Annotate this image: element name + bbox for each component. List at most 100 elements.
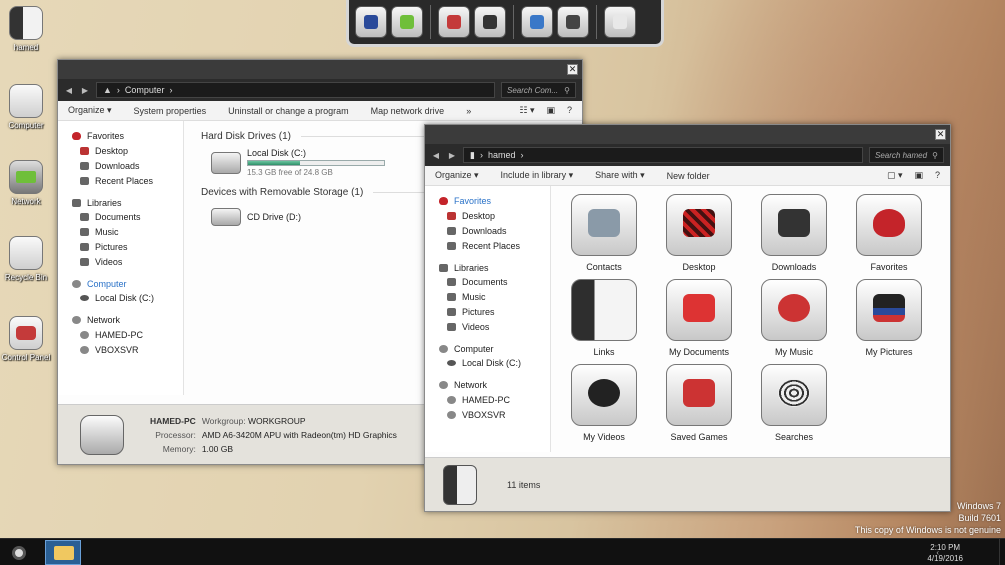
- preview-pane-icon[interactable]: ▣: [914, 170, 923, 181]
- nav-libraries[interactable]: Libraries: [72, 195, 183, 210]
- more-chevron-icon[interactable]: »: [466, 106, 471, 116]
- share-with-button[interactable]: Share with ▾: [595, 170, 645, 181]
- videos-icon: [80, 257, 89, 266]
- memory-value: 1.00 GB: [201, 443, 233, 454]
- heart-icon: [856, 194, 922, 256]
- computer-icon: ▲: [103, 85, 112, 95]
- nav-documents[interactable]: Documents: [72, 210, 183, 225]
- games-icon[interactable]: [438, 6, 470, 38]
- folder-item-my-music[interactable]: My Music: [749, 279, 839, 357]
- nav-music[interactable]: Music: [72, 225, 183, 240]
- forward-button[interactable]: ▶: [447, 151, 457, 160]
- organize-button[interactable]: Organize ▾: [68, 105, 112, 116]
- desktop-icon-network[interactable]: Network: [0, 160, 52, 206]
- nav-network[interactable]: Network: [72, 313, 183, 328]
- recent-places-icon: [447, 241, 456, 250]
- folder-item-my-pictures[interactable]: My Pictures: [844, 279, 934, 357]
- system-properties-button[interactable]: System properties: [134, 106, 207, 116]
- nav-local-disk[interactable]: Local Disk (C:): [72, 291, 183, 306]
- folder-item-desktop[interactable]: Desktop: [654, 194, 744, 272]
- map-network-drive-button[interactable]: Map network drive: [371, 106, 445, 116]
- nav-documents[interactable]: Documents: [439, 275, 550, 290]
- folder-items-view: Contacts Desktop Downloads Favorites Lin…: [552, 186, 950, 452]
- title-bar[interactable]: ✕: [425, 125, 950, 144]
- folder-item-my-videos[interactable]: My Videos: [559, 364, 649, 442]
- view-options-icon[interactable]: ▢ ▾: [887, 170, 903, 181]
- nav-videos[interactable]: Videos: [439, 319, 550, 334]
- nav-hamed-pc[interactable]: HAMED-PC: [439, 393, 550, 408]
- network-icon[interactable]: [391, 6, 423, 38]
- links-icon: [571, 279, 637, 341]
- folder-item-links[interactable]: Links: [559, 279, 649, 357]
- desktop-icon-hamed[interactable]: hamed: [0, 6, 52, 52]
- computer-icon[interactable]: [521, 6, 553, 38]
- desktop-icon-computer[interactable]: Computer: [0, 84, 52, 130]
- folder-item-saved-games[interactable]: Saved Games: [654, 364, 744, 442]
- include-in-library-button[interactable]: Include in library ▾: [501, 170, 574, 181]
- nav-computer[interactable]: Computer: [439, 341, 550, 356]
- breadcrumb[interactable]: hamed: [488, 150, 516, 160]
- computer-icon: [439, 344, 448, 353]
- breadcrumb[interactable]: Computer: [125, 85, 165, 95]
- address-bar[interactable]: ▮ › hamed ›: [463, 147, 863, 163]
- help-icon[interactable]: ?: [567, 105, 572, 116]
- desktop-icon-control-panel[interactable]: Control Panel: [0, 316, 52, 362]
- new-folder-button[interactable]: New folder: [667, 171, 710, 181]
- drive-icon[interactable]: [557, 6, 589, 38]
- back-button[interactable]: ◀: [431, 151, 441, 160]
- close-button[interactable]: ✕: [567, 64, 578, 75]
- search-input[interactable]: Search hamed ⚲: [869, 147, 944, 163]
- nav-vboxsvr[interactable]: VBOXSVR: [72, 342, 183, 357]
- uninstall-program-button[interactable]: Uninstall or change a program: [228, 106, 349, 116]
- nav-desktop[interactable]: Desktop: [439, 209, 550, 224]
- nav-hamed-pc[interactable]: HAMED-PC: [72, 328, 183, 343]
- preview-pane-icon[interactable]: ▣: [546, 105, 555, 116]
- libraries-icon: [439, 263, 448, 272]
- organize-button[interactable]: Organize ▾: [435, 170, 479, 181]
- title-bar[interactable]: ✕: [58, 60, 582, 79]
- clock[interactable]: 2:10 PM 4/19/2016: [927, 542, 963, 564]
- search-input[interactable]: Search Com... ⚲: [501, 82, 576, 98]
- start-button[interactable]: [12, 546, 26, 560]
- drive-name: Local Disk (C:): [247, 148, 307, 158]
- nav-libraries[interactable]: Libraries: [439, 260, 550, 275]
- nav-computer[interactable]: Computer: [72, 276, 183, 291]
- folder-item-label: Downloads: [771, 262, 817, 272]
- nav-pictures[interactable]: Pictures: [439, 305, 550, 320]
- nav-music[interactable]: Music: [439, 290, 550, 305]
- folder-item-contacts[interactable]: Contacts: [559, 194, 649, 272]
- view-options-icon[interactable]: ☷ ▾: [519, 105, 534, 116]
- pictures-icon: [447, 307, 456, 316]
- nav-network[interactable]: Network: [439, 378, 550, 393]
- folder-item-label: Contacts: [586, 262, 622, 272]
- folder-item-searches[interactable]: Searches: [749, 364, 839, 442]
- desktop-icon-recycle-bin[interactable]: Recycle Bin: [0, 236, 52, 282]
- nav-local-disk[interactable]: Local Disk (C:): [439, 356, 550, 371]
- joystick-icon[interactable]: [474, 6, 506, 38]
- folder-item-downloads[interactable]: Downloads: [749, 194, 839, 272]
- close-button[interactable]: ✕: [935, 129, 946, 140]
- help-icon[interactable]: ?: [935, 170, 940, 181]
- back-button[interactable]: ◀: [64, 86, 74, 95]
- nav-downloads[interactable]: Downloads: [72, 159, 183, 174]
- nav-recent-places[interactable]: Recent Places: [439, 238, 550, 253]
- nav-downloads[interactable]: Downloads: [439, 224, 550, 239]
- nav-recent-places[interactable]: Recent Places: [72, 173, 183, 188]
- nav-favorites[interactable]: Favorites: [439, 194, 550, 209]
- nav-pictures[interactable]: Pictures: [72, 240, 183, 255]
- search-placeholder: Search hamed: [875, 150, 928, 160]
- forward-button[interactable]: ▶: [80, 86, 90, 95]
- recycle-bin-icon[interactable]: [604, 6, 636, 38]
- nav-videos[interactable]: Videos: [72, 254, 183, 269]
- nav-favorites[interactable]: Favorites: [72, 129, 183, 144]
- system-details: HAMED-PC Workgroup: WORKGROUP Processor:…: [150, 416, 397, 454]
- nav-desktop[interactable]: Desktop: [72, 144, 183, 159]
- taskbar-explorer-button[interactable]: [45, 540, 81, 565]
- downloads-icon: [761, 194, 827, 256]
- user-icon[interactable]: [355, 6, 387, 38]
- address-bar[interactable]: ▲ › Computer ›: [96, 82, 495, 98]
- folder-item-favorites[interactable]: Favorites: [844, 194, 934, 272]
- show-desktop-button[interactable]: [999, 539, 1005, 565]
- nav-vboxsvr[interactable]: VBOXSVR: [439, 407, 550, 422]
- folder-item-my-documents[interactable]: My Documents: [654, 279, 744, 357]
